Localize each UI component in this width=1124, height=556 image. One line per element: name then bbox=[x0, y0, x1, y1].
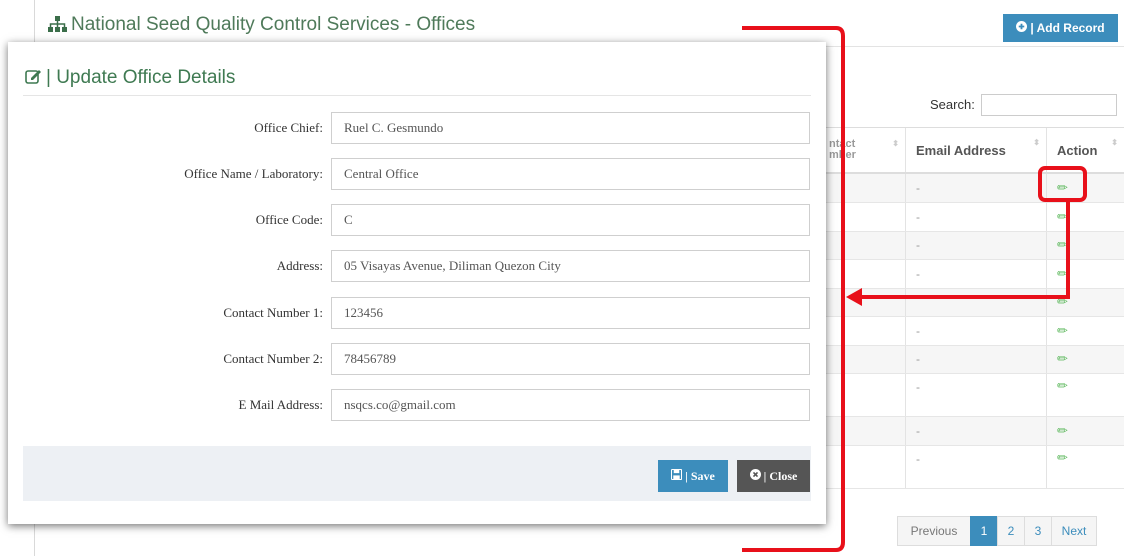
annotation-overlay bbox=[742, 26, 1087, 552]
annotation-highlight-box bbox=[1038, 166, 1087, 202]
annotation-arrow-head bbox=[846, 288, 862, 306]
annotation-arrow-line bbox=[858, 200, 1070, 299]
annotation-bracket bbox=[742, 26, 845, 552]
